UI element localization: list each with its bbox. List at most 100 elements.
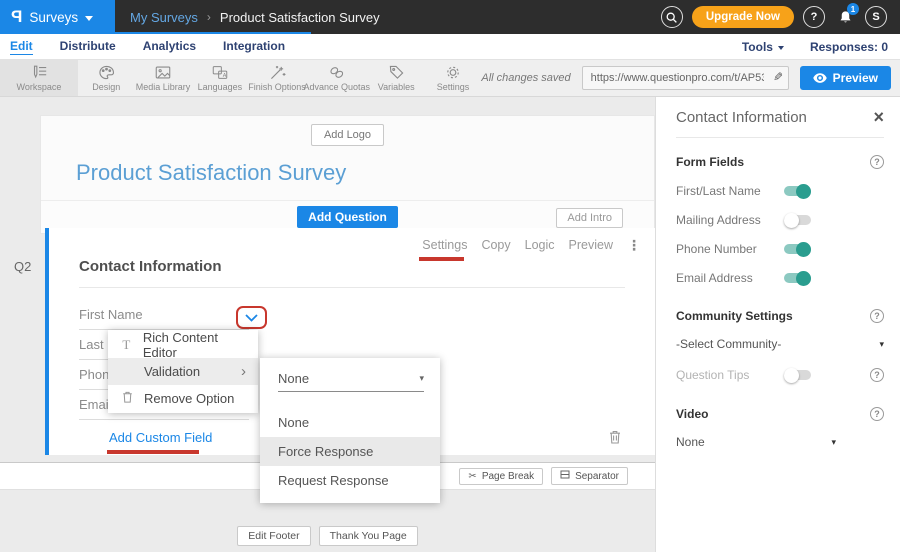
question-number: Q2	[14, 259, 31, 274]
chevron-down-icon: ▾	[879, 339, 884, 350]
question-action-copy[interactable]: Copy	[481, 238, 510, 252]
upgrade-now-button[interactable]: Upgrade Now	[692, 6, 794, 28]
menu-item-validation[interactable]: Validation ›	[108, 358, 258, 385]
notifications-button[interactable]: 1	[834, 6, 856, 28]
product-switcher[interactable]: P Surveys	[0, 0, 115, 34]
validation-select[interactable]: None ▾	[278, 371, 424, 392]
close-icon[interactable]: ×	[873, 108, 884, 126]
option-request-response[interactable]: Request Response	[260, 466, 440, 495]
questionpro-logo-icon: P	[11, 7, 22, 27]
toolbar-media-library[interactable]: Media Library	[135, 60, 192, 96]
annotation-add-custom-field-underline	[107, 450, 199, 454]
question-action-preview[interactable]: Preview	[569, 238, 613, 252]
question-settings-sidebar: Contact Information × Form Fields ? Firs…	[655, 97, 900, 552]
survey-title[interactable]: Product Satisfaction Survey	[76, 160, 654, 186]
help-circle-icon[interactable]: ?	[870, 368, 884, 382]
annotation-red-ring	[236, 306, 267, 329]
avatar-initial: S	[872, 11, 879, 23]
option-none[interactable]: None	[260, 408, 440, 437]
breadcrumb-my-surveys[interactable]: My Surveys	[130, 10, 198, 25]
mailing-address-toggle[interactable]	[784, 215, 811, 225]
tab-distribute[interactable]: Distribute	[60, 39, 116, 55]
question-title[interactable]: Contact Information	[79, 258, 655, 275]
survey-link-field: ✎	[582, 66, 789, 90]
account-avatar[interactable]: S	[865, 6, 887, 28]
edit-url-pencil-icon[interactable]: ✎	[773, 70, 783, 84]
chevron-down-icon	[778, 46, 784, 50]
variables-icon	[388, 65, 405, 80]
breadcrumb-current-survey: Product Satisfaction Survey	[220, 10, 380, 25]
page-break-button[interactable]: ✂ Page Break	[459, 468, 543, 485]
toolbar-variables[interactable]: Variables	[368, 60, 425, 96]
field-options-chevron-icon[interactable]	[245, 314, 258, 322]
toolbar-right: All changes saved ✎ Preview	[481, 60, 900, 96]
question-action-logic[interactable]: Logic	[525, 238, 555, 252]
preview-button[interactable]: Preview	[800, 66, 891, 90]
settings-icon	[445, 65, 461, 80]
question-action-settings[interactable]: Settings	[422, 238, 467, 252]
toolbar-advance-quotas[interactable]: Advance Quotas	[306, 60, 368, 96]
tab-integration[interactable]: Integration	[223, 39, 285, 55]
add-intro-button[interactable]: Add Intro	[556, 208, 623, 228]
toolbar-settings[interactable]: Settings	[425, 60, 482, 96]
help-button[interactable]: ?	[803, 6, 825, 28]
media-library-icon	[154, 65, 172, 80]
add-logo-button[interactable]: Add Logo	[311, 124, 384, 146]
trash-icon	[609, 430, 621, 444]
help-circle-icon[interactable]: ?	[870, 309, 884, 323]
community-select[interactable]: -Select Community- ▾	[676, 337, 884, 351]
text-editor-icon: T	[120, 337, 133, 353]
trash-icon	[122, 391, 133, 403]
active-survey-tab-underline	[115, 32, 311, 34]
email-address-toggle[interactable]	[784, 273, 811, 283]
help-circle-icon[interactable]: ?	[870, 155, 884, 169]
tools-menu[interactable]: Tools	[742, 40, 784, 54]
add-custom-field-link[interactable]: Add Custom Field	[109, 430, 212, 445]
menu-item-remove-option[interactable]: Remove Option	[108, 385, 258, 412]
kebab-menu-icon[interactable]: ⋮	[627, 238, 641, 252]
edit-footer-button[interactable]: Edit Footer	[237, 526, 310, 546]
help-circle-icon[interactable]: ?	[870, 407, 884, 421]
question-mark-icon: ?	[811, 11, 818, 23]
scissors-icon: ✂	[468, 471, 476, 482]
toolbar-finish-options[interactable]: Finish Options	[248, 60, 306, 96]
breadcrumb-separator: ›	[207, 10, 211, 24]
thank-you-page-button[interactable]: Thank You Page	[319, 526, 418, 546]
advance-quotas-icon	[328, 65, 346, 80]
tab-edit[interactable]: Edit	[10, 39, 33, 55]
delete-question-button[interactable]	[609, 430, 621, 449]
menu-item-rich-content-editor[interactable]: T Rich Content Editor	[108, 331, 258, 358]
search-icon	[665, 11, 678, 24]
first-last-name-toggle[interactable]	[784, 186, 811, 196]
survey-header-panel: Add Logo Product Satisfaction Survey Add…	[40, 115, 655, 234]
notification-badge: 1	[847, 3, 859, 15]
questionpro-survey-editor: P Surveys My Surveys › Product Satisfact…	[0, 0, 900, 552]
option-force-response[interactable]: Force Response	[260, 437, 440, 466]
tab-analytics[interactable]: Analytics	[143, 39, 196, 55]
toolbar-workspace[interactable]: Workspace	[0, 60, 78, 96]
survey-url-input[interactable]	[582, 66, 789, 90]
separator-button[interactable]: Separator	[551, 467, 628, 485]
survey-header-top: Add Logo Product Satisfaction Survey	[41, 116, 654, 200]
video-select[interactable]: None ▾	[676, 435, 836, 449]
video-heading: Video	[676, 407, 708, 421]
toolbar-design[interactable]: Design	[78, 60, 135, 96]
phone-number-toggle[interactable]	[784, 244, 811, 254]
question-actions: Settings Copy Logic Preview ⋮	[422, 238, 641, 252]
editor-toolbar: Workspace Design Media Library A Languag…	[0, 60, 900, 97]
chevron-down-icon: ▾	[419, 373, 424, 384]
field-context-menu: T Rich Content Editor Validation › Remov…	[108, 330, 258, 413]
toolbar-languages[interactable]: A Languages	[191, 60, 248, 96]
topbar: P Surveys My Surveys › Product Satisfact…	[0, 0, 900, 34]
question-tips-toggle[interactable]	[784, 370, 811, 380]
toggle-row-phone-number: Phone Number	[676, 242, 884, 256]
search-button[interactable]	[661, 6, 683, 28]
chevron-down-icon	[85, 16, 93, 21]
community-settings-heading: Community Settings	[676, 309, 793, 323]
responses-count[interactable]: Responses: 0	[810, 40, 888, 54]
svg-text:A: A	[223, 73, 227, 79]
design-icon	[98, 65, 115, 80]
add-question-button[interactable]: Add Question	[297, 206, 398, 228]
field-first-name[interactable]: First Name	[79, 300, 249, 330]
tools-label: Tools	[742, 40, 773, 54]
